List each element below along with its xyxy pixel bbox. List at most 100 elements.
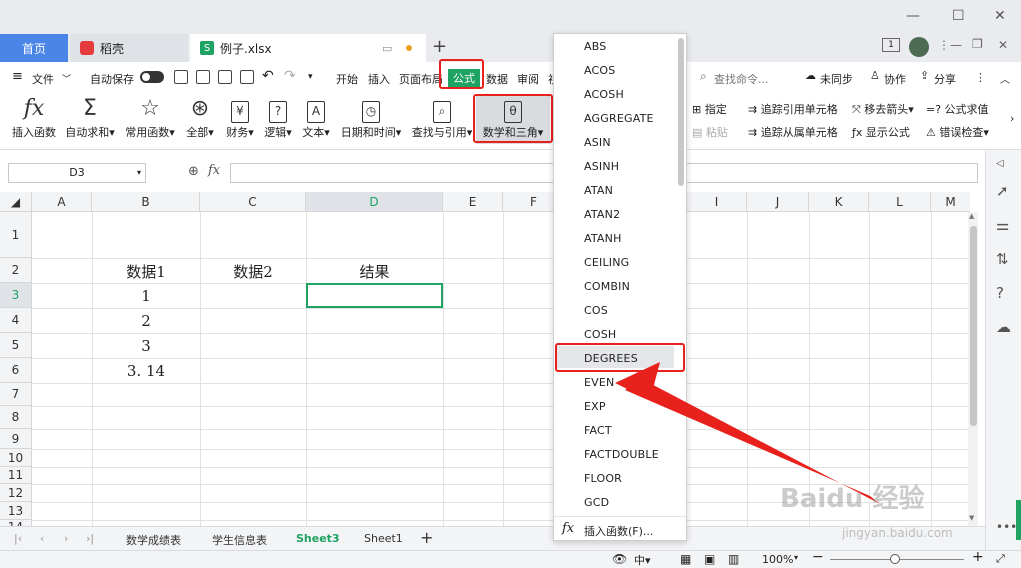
collapse-ribbon-icon[interactable]: ︿ — [1000, 71, 1010, 86]
column-header-c[interactable]: C — [200, 192, 306, 212]
column-header-e[interactable]: E — [443, 192, 503, 212]
insert-function-button[interactable]: fx 插入函数 — [8, 96, 60, 140]
print-icon[interactable] — [218, 70, 232, 84]
next-sheet-icon[interactable]: › — [64, 532, 68, 545]
chevron-down-icon[interactable]: ﹀ — [62, 72, 71, 85]
insert-function-item[interactable]: 插入函数(F)... — [584, 523, 653, 539]
function-item-ceiling[interactable]: CEILING — [584, 256, 629, 269]
more-icon[interactable]: ⋮ — [938, 38, 950, 52]
menu-layout[interactable]: 页面布局 — [399, 71, 443, 87]
specify-button[interactable]: ⊞ 指定 — [692, 101, 727, 117]
window-count-icon[interactable]: 1 — [882, 38, 900, 52]
menu-start[interactable]: 开始 — [336, 71, 358, 87]
autosave-toggle[interactable] — [140, 71, 164, 83]
cell-b3[interactable]: 1 — [92, 287, 200, 305]
sliders-icon[interactable]: ⚌ — [996, 216, 1009, 234]
transform-icon[interactable]: ⇅ — [996, 250, 1009, 268]
last-sheet-icon[interactable]: ›| — [86, 532, 94, 545]
cell-d2[interactable]: 结果 — [306, 261, 443, 282]
cell-b4[interactable]: 2 — [92, 312, 200, 330]
restore-icon[interactable]: — — [950, 38, 962, 52]
ime-icon[interactable]: 中▾ — [634, 552, 651, 568]
function-item-exp[interactable]: EXP — [584, 400, 606, 413]
search-command[interactable]: 查找命令... — [714, 71, 769, 87]
datetime-button[interactable]: ◷ 日期和时间▾ — [336, 96, 406, 140]
function-item-atan2[interactable]: ATAN2 — [584, 208, 620, 221]
zoom-dropdown-icon[interactable]: ▾ — [794, 553, 798, 562]
preview-icon[interactable] — [240, 70, 254, 84]
new-tab-icon[interactable]: + — [432, 36, 447, 57]
function-item-even[interactable]: EVEN — [584, 376, 614, 389]
zoom-level[interactable]: 100% — [762, 553, 793, 566]
function-item-gcd[interactable]: GCD — [584, 496, 609, 509]
function-item-fact[interactable]: FACT — [584, 424, 612, 437]
eye-icon[interactable]: 👁 — [612, 552, 627, 566]
lookup-button[interactable]: ⌕ 查找与引用▾ — [410, 96, 474, 140]
row-header-6[interactable]: 6 — [0, 358, 32, 383]
first-sheet-icon[interactable]: |‹ — [14, 532, 22, 545]
fullscreen-icon[interactable]: ⤢ — [996, 552, 1005, 566]
page-break-icon[interactable]: ▥ — [728, 552, 739, 566]
row-header-7[interactable]: 7 — [0, 383, 32, 406]
add-sheet-icon[interactable]: + — [420, 528, 433, 547]
finance-button[interactable]: ¥ 财务▾ — [222, 96, 258, 140]
function-item-acosh[interactable]: ACOSH — [584, 88, 624, 101]
row-header-2[interactable]: 2 — [0, 258, 32, 283]
column-header-b[interactable]: B — [92, 192, 200, 212]
cell-b2[interactable]: 数据1 — [92, 261, 200, 282]
row-header-13[interactable]: 13 — [0, 502, 32, 520]
evaluate-formula-button[interactable]: =? 公式求值 — [926, 101, 989, 117]
column-header-i[interactable]: I — [687, 192, 747, 212]
quick-access-more-icon[interactable]: ▾ — [308, 72, 313, 82]
tab-file[interactable]: S 例子.xlsx ▭ — [190, 34, 426, 62]
collapse-sidebar-icon[interactable]: ◁ — [996, 158, 1004, 169]
menu-data[interactable]: 数据 — [486, 71, 508, 87]
collab-label[interactable]: 协作 — [884, 71, 906, 87]
function-item-cosh[interactable]: COSH — [584, 328, 616, 341]
maximize-icon[interactable]: ☐ — [952, 8, 965, 24]
tab-home[interactable]: 首页 — [0, 34, 68, 62]
column-header-l[interactable]: L — [869, 192, 931, 212]
function-item-atan[interactable]: ATAN — [584, 184, 613, 197]
menu-review[interactable]: 审阅 — [517, 71, 539, 87]
scroll-up-icon[interactable]: ▲ — [969, 212, 974, 220]
prev-sheet-icon[interactable]: ‹ — [40, 532, 44, 545]
search-icon[interactable]: ⌕ — [700, 69, 707, 84]
spreadsheet-grid[interactable]: ◢ A B C D E F G H I J K L M 1 2 3 4 5 6 … — [0, 192, 970, 526]
function-item-aggregate[interactable]: AGGREGATE — [584, 112, 654, 125]
function-item-combin[interactable]: COMBIN — [584, 280, 630, 293]
share-label[interactable]: 分享 — [934, 71, 956, 87]
dropdown-scrollbar[interactable] — [678, 38, 684, 186]
cell-b5[interactable]: 3 — [92, 337, 200, 355]
column-header-m[interactable]: M — [931, 192, 970, 212]
text-button[interactable]: A 文本▾ — [298, 96, 334, 140]
zoom-out-icon[interactable]: − — [812, 549, 824, 565]
sheet-tab-student-info[interactable]: 学生信息表 — [212, 532, 267, 548]
row-header-10[interactable]: 10 — [0, 449, 32, 467]
ribbon-scroll-right-icon[interactable]: › — [1010, 112, 1014, 125]
row-header-12[interactable]: 12 — [0, 484, 32, 502]
function-item-abs[interactable]: ABS — [584, 40, 606, 53]
column-header-a[interactable]: A — [32, 192, 92, 212]
namebox-dropdown-icon[interactable]: ▾ — [137, 164, 141, 182]
export-pdf-icon[interactable] — [196, 70, 210, 84]
column-header-k[interactable]: K — [809, 192, 869, 212]
row-header-11[interactable]: 11 — [0, 467, 32, 484]
function-item-atanh[interactable]: ATANH — [584, 232, 622, 245]
function-item-acos[interactable]: ACOS — [584, 64, 615, 77]
pointer-icon[interactable]: ➚ — [996, 182, 1009, 200]
function-item-cos[interactable]: COS — [584, 304, 608, 317]
column-header-d[interactable]: D — [306, 192, 443, 212]
vertical-scroll-thumb[interactable] — [970, 226, 977, 426]
undo-icon[interactable]: ↶ — [262, 68, 274, 84]
avatar[interactable] — [909, 37, 929, 57]
error-check-button[interactable]: ⚠ 错误检查▾ — [926, 124, 989, 140]
row-header-1[interactable]: 1 — [0, 212, 32, 258]
more-menu-icon[interactable]: ⋮ — [975, 71, 986, 84]
select-all-corner[interactable]: ◢ — [0, 192, 32, 212]
name-box[interactable]: D3 ▾ — [8, 163, 146, 183]
page-view-icon[interactable]: ▣ — [704, 552, 715, 566]
trace-precedents-button[interactable]: ⇉ 追踪引用单元格 — [748, 101, 838, 117]
common-functions-button[interactable]: ☆ 常用函数▾ — [122, 96, 178, 140]
close-icon[interactable]: ✕ — [994, 8, 1006, 24]
